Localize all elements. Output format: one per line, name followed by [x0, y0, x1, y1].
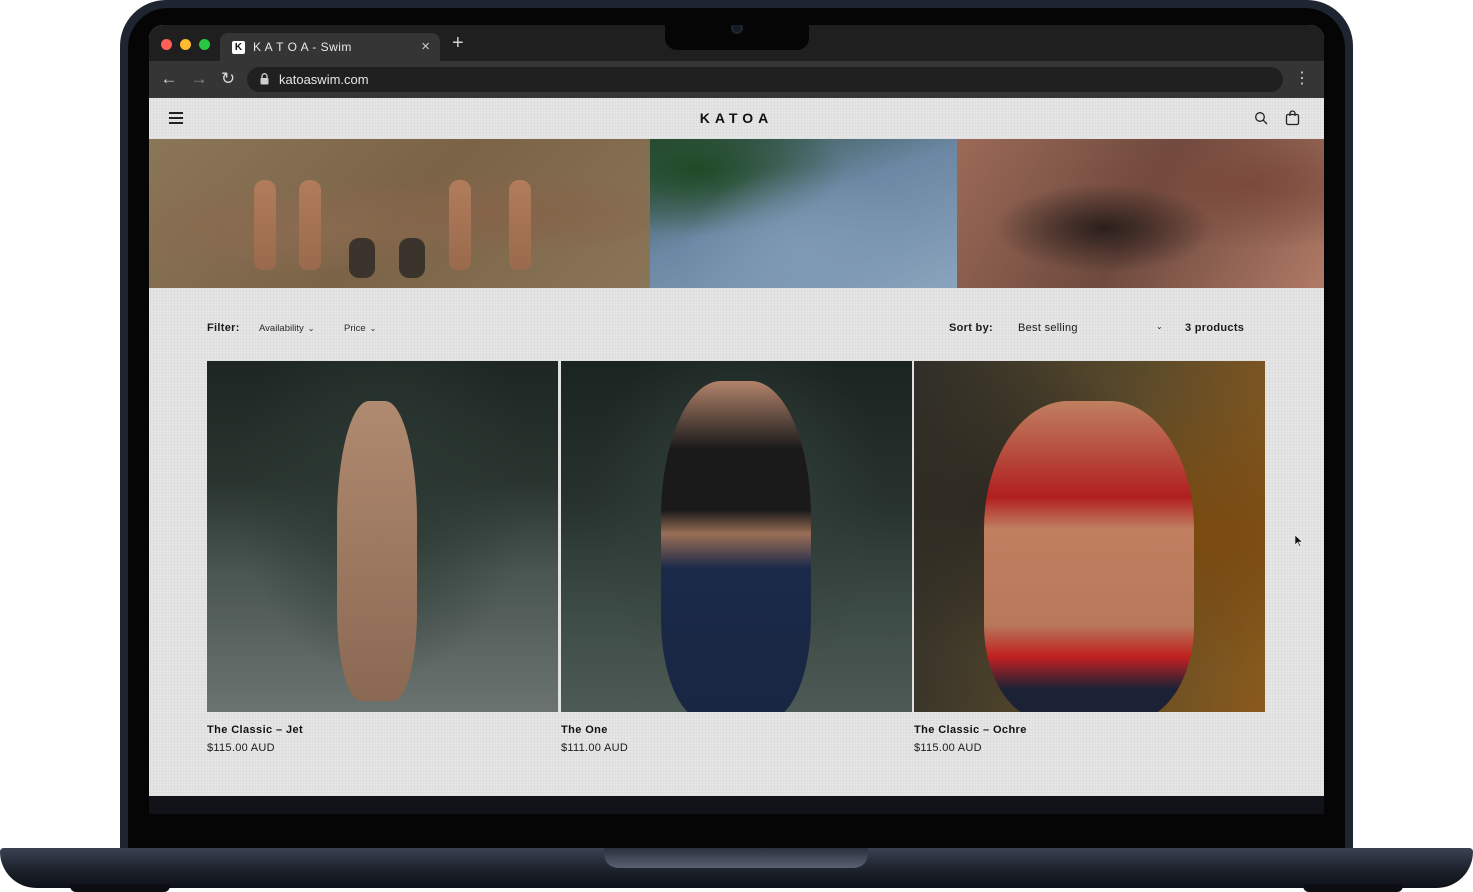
hero-image-denim [650, 139, 957, 288]
hero-figure [509, 180, 531, 270]
search-icon[interactable] [1254, 111, 1268, 125]
product-title[interactable]: The Classic – Ochre [914, 724, 1265, 736]
product-price: $111.00 AUD [561, 742, 629, 754]
mouse-cursor-icon [1295, 535, 1303, 547]
arrow-left-icon[interactable]: ← [159, 69, 179, 89]
arrow-right-icon[interactable]: → [189, 69, 209, 89]
browser-toolbar: ← → ↻ katoaswim.com ⋮ [149, 61, 1324, 98]
browser-tab[interactable]: K K A T O A - Swim × [220, 33, 440, 61]
chevron-down-icon: ⌄ [1155, 322, 1163, 331]
model-figure [337, 401, 417, 701]
hero-banner [149, 139, 1324, 288]
browser-window: K K A T O A - Swim × + ← → ↻ katoaswim.c… [149, 25, 1324, 796]
browser-tab-bar: K K A T O A - Swim × + [149, 25, 1324, 61]
window-minimize-button[interactable] [180, 39, 191, 50]
availability-filter-dropdown[interactable]: Availability ⌄ [259, 323, 314, 334]
hero-figure [449, 180, 471, 270]
hero-image-legs [149, 139, 650, 288]
collection-filter-bar: Filter: Availability ⌄ Price ⌄ Sort by: Be… [149, 288, 1324, 360]
price-filter-dropdown[interactable]: Price ⌄ [344, 323, 376, 334]
product-card[interactable]: The Classic – Ochre $115.00 AUD [914, 361, 1265, 754]
product-grid: The Classic – Jet $115.00 AUD The One $1… [207, 361, 1266, 754]
camera-notch [665, 25, 809, 50]
product-price: $115.00 AUD [207, 742, 275, 754]
hero-image-portrait [957, 139, 1324, 288]
sort-select[interactable]: Best selling ⌄ [1018, 322, 1163, 334]
product-title[interactable]: The One [561, 724, 912, 736]
filter-label: Filter: [207, 322, 240, 334]
address-bar[interactable]: katoaswim.com [247, 67, 1283, 92]
camera-icon [731, 25, 743, 34]
product-image[interactable] [914, 361, 1265, 712]
model-figure [661, 381, 811, 712]
product-card[interactable]: The One $111.00 AUD [561, 361, 912, 754]
product-count: 3 products [1185, 322, 1245, 334]
site-logo[interactable]: KATOA [149, 110, 1324, 126]
product-image[interactable] [561, 361, 912, 712]
price-filter-label: Price [344, 323, 366, 334]
site-page: KATOA Filter: Availability ⌄ Price ⌄ Sor… [149, 98, 1324, 796]
laptop-bezel-bottom [149, 796, 1324, 814]
window-close-button[interactable] [161, 39, 172, 50]
availability-filter-label: Availability [259, 323, 304, 334]
chevron-down-icon: ⌄ [307, 324, 315, 333]
katoa-favicon-icon: K [232, 41, 245, 54]
sort-selected-value: Best selling [1018, 322, 1078, 334]
lock-icon [260, 73, 269, 85]
model-figure [984, 401, 1194, 712]
laptop-foot-left [70, 884, 170, 892]
site-header: KATOA [149, 98, 1324, 139]
tab-title: K A T O A - Swim [253, 40, 352, 54]
product-image[interactable] [207, 361, 558, 712]
url-text: katoaswim.com [279, 72, 369, 87]
laptop-foot-right [1303, 884, 1403, 892]
hero-figure [299, 180, 321, 270]
kebab-menu-icon[interactable]: ⋮ [1294, 69, 1310, 89]
plus-icon[interactable]: + [452, 33, 464, 53]
chevron-down-icon: ⌄ [369, 324, 377, 333]
product-card[interactable]: The Classic – Jet $115.00 AUD [207, 361, 558, 754]
hero-figure [254, 180, 276, 270]
sort-label: Sort by: [949, 322, 993, 334]
product-price: $115.00 AUD [914, 742, 982, 754]
hero-figure [349, 238, 375, 278]
close-icon[interactable]: × [421, 38, 430, 55]
reload-icon[interactable]: ↻ [218, 69, 238, 89]
window-maximize-button[interactable] [199, 39, 210, 50]
product-title[interactable]: The Classic – Jet [207, 724, 558, 736]
cart-icon[interactable] [1285, 110, 1300, 126]
laptop-opening-lip [604, 848, 868, 868]
hero-figure [399, 238, 425, 278]
